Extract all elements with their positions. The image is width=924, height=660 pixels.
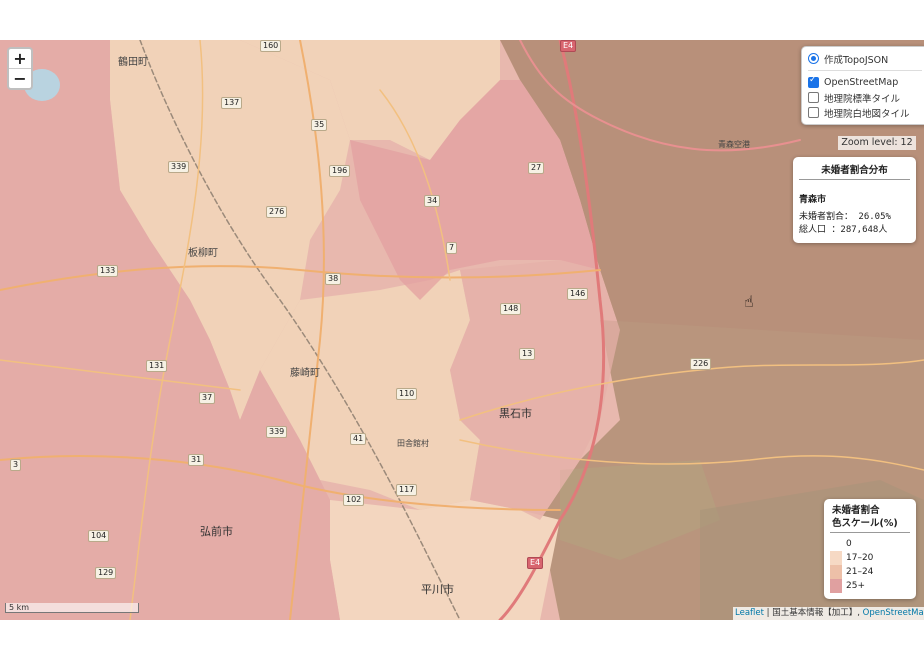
route-shield: 146 [567, 288, 589, 300]
route-shield: 131 [146, 360, 168, 372]
label-inakadate: 田舎館村 [397, 439, 429, 448]
route-shield: 276 [266, 206, 288, 218]
zoom-in-button[interactable]: + [9, 49, 31, 68]
route-shield: 160 [260, 40, 282, 52]
route-shield: 117 [396, 484, 418, 496]
route-shield: 137 [221, 97, 243, 109]
route-shield: 7 [446, 242, 458, 254]
route-shield: 27 [528, 162, 545, 174]
route-shield: 148 [500, 303, 522, 315]
checkbox-icon[interactable] [808, 107, 819, 118]
label-hirosaki: 弘前市 [200, 525, 233, 538]
route-shield: 226 [690, 358, 712, 370]
choropleth-layer [0, 40, 924, 620]
legend-swatch [830, 551, 842, 565]
legend-swatch [830, 565, 842, 579]
hand-cursor-icon: ☝ [744, 292, 754, 311]
route-shield: 31 [188, 454, 205, 466]
layer-gsi-blank-label: 地理院白地図タイル [824, 108, 910, 120]
map-view[interactable]: 鶴田町 板柳町 藤崎町 黒石市 田舎館村 弘前市 平川市 青森空港 160 13… [0, 40, 924, 620]
legend-divider [830, 532, 910, 533]
legend-item: 21–24 [830, 565, 916, 579]
legend: 未婚者割合 色スケール(%) 0 17–20 21–24 25+ [824, 499, 916, 599]
legend-item-label: 21–24 [846, 567, 874, 577]
legend-item-label: 25+ [846, 581, 865, 591]
label-airport: 青森空港 [718, 140, 750, 149]
info-panel: 未婚者割合分布 青森市 未婚者割合： 26.05% 総人口 ：287,648人 [793, 157, 916, 243]
route-shield: 339 [266, 426, 288, 438]
legend-item-label: 0 [846, 539, 852, 549]
radio-icon[interactable] [808, 53, 819, 64]
label-itayanagi: 板柳町 [188, 248, 218, 259]
route-shield: 13 [519, 348, 536, 360]
legend-swatch [830, 537, 842, 551]
route-shield: 37 [199, 392, 216, 404]
attribution: Leaflet | 国土基本情報【加工】, OpenStreetMap [733, 607, 924, 620]
route-shield: 35 [311, 119, 328, 131]
zoom-control: + − [7, 47, 33, 90]
leaflet-link[interactable]: Leaflet [735, 608, 764, 618]
layer-gsi-blank-option[interactable]: 地理院白地図タイル [808, 105, 922, 120]
zoom-out-button[interactable]: − [9, 68, 31, 88]
route-shield: 110 [396, 388, 418, 400]
info-population: 総人口 ：287,648人 [799, 225, 888, 235]
route-shield: 38 [325, 273, 342, 285]
scale-bar: 5 km [5, 603, 139, 613]
layer-osm-option[interactable]: OpenStreetMap [808, 75, 922, 90]
label-kuroishi: 黒石市 [499, 407, 532, 420]
info-title: 未婚者割合分布 [799, 162, 910, 180]
checkbox-icon[interactable] [808, 92, 819, 103]
layer-osm-label: OpenStreetMap [824, 77, 899, 88]
route-shield: 133 [97, 265, 119, 277]
gsi-attribution: | 国土基本情報【加工】, [763, 608, 863, 618]
route-shield: 3 [10, 459, 22, 471]
legend-item: 0 [830, 537, 916, 551]
layer-separator [808, 70, 922, 71]
route-shield: 41 [350, 433, 367, 445]
route-shield: 196 [329, 165, 351, 177]
label-hirakawa: 平川市 [421, 583, 454, 596]
layer-base-option[interactable]: 作成TopoJSON [808, 51, 922, 66]
label-tsuruta: 鶴田町 [118, 57, 148, 68]
legend-title-line1: 未婚者割合 [832, 505, 880, 516]
route-shield: 129 [95, 567, 117, 579]
layer-base-label: 作成TopoJSON [824, 54, 889, 66]
legend-item-label: 17–20 [846, 553, 874, 563]
zoom-level-indicator: Zoom level: 12 [838, 136, 916, 150]
route-shield: 339 [168, 161, 190, 173]
layer-control: 作成TopoJSON OpenStreetMap 地理院標準タイル 地理院白地図… [801, 46, 924, 125]
route-shield: E4 [527, 557, 544, 569]
checkbox-checked-icon[interactable] [808, 75, 819, 88]
route-shield: 102 [343, 494, 365, 506]
osm-link[interactable]: OpenStreetMap [863, 608, 924, 618]
legend-swatch [830, 579, 842, 593]
info-rate: 未婚者割合： 26.05% [799, 212, 891, 222]
legend-title-line2: 色スケール(%) [832, 518, 898, 529]
legend-item: 17–20 [830, 551, 916, 565]
layer-gsi-std-label: 地理院標準タイル [824, 93, 901, 105]
label-fujisaki: 藤崎町 [290, 368, 320, 379]
legend-item: 25+ [830, 579, 916, 593]
route-shield: 34 [424, 195, 441, 207]
layer-gsi-std-option[interactable]: 地理院標準タイル [808, 90, 922, 105]
route-shield: 104 [88, 530, 110, 542]
info-city: 青森市 [799, 195, 827, 205]
route-shield: E4 [560, 40, 577, 52]
